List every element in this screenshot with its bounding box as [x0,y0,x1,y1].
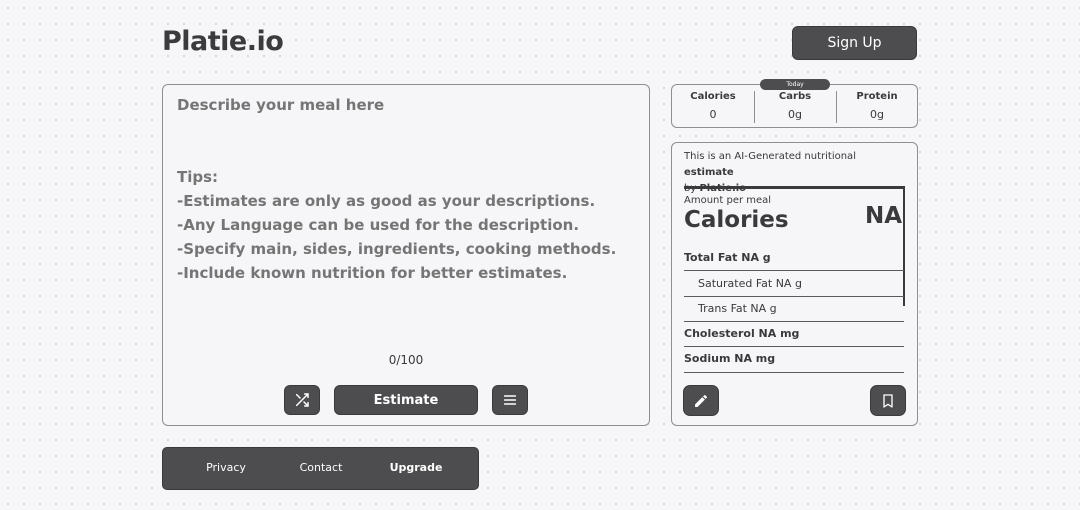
today-protein-value: 0g [870,108,884,121]
saturated-fat-row: Saturated Fat NA g [698,277,802,290]
today-calories: Calories 0 [672,85,754,127]
sodium-row: Sodium NA mg [684,352,776,365]
character-counter: 0/100 [388,353,424,367]
today-carbs-value: 0g [788,108,802,121]
estimate-button[interactable]: Estimate [334,385,478,415]
menu-icon [503,395,517,405]
upgrade-link[interactable]: Upgrade [390,461,443,474]
divider [684,346,904,347]
today-protein-label: Protein [856,91,898,102]
today-carbs-label: Carbs [778,91,812,102]
trans-fat-row: Trans Fat NA g [698,302,777,315]
shuffle-icon [295,393,309,407]
label-border [903,186,905,306]
app-logo: Platie.io [162,26,284,57]
bookmark-icon [883,393,893,408]
footer-nav: Privacy Contact Upgrade [162,447,479,490]
meal-description-input[interactable] [175,91,637,341]
today-protein: Protein 0g [836,85,918,127]
amount-per-meal-label: Amount per meal [684,195,772,206]
total-fat-row: Total Fat NA g [684,251,771,264]
divider [684,321,904,322]
divider [684,270,904,271]
privacy-link[interactable]: Privacy [206,461,246,474]
divider [684,296,904,297]
thick-divider [684,186,905,189]
today-calories-value: 0 [709,108,717,121]
pencil-icon [695,394,708,407]
edit-button[interactable] [683,385,719,416]
meal-input-panel: 0/100 Estimate [162,84,650,426]
calories-value: NA [865,203,903,229]
today-summary-panel: Today Calories 0 Carbs 0g Protein 0g [671,79,918,128]
cholesterol-row: Cholesterol NA mg [684,327,800,340]
today-calories-label: Calories [690,91,736,102]
contact-link[interactable]: Contact [300,461,343,474]
today-carbs: Carbs 0g [754,85,836,127]
shuffle-button[interactable] [284,385,320,415]
estimate-disclaimer: This is an AI-Generated nutritional esti… [684,151,856,194]
menu-button[interactable] [492,385,528,415]
calories-heading: Calories [684,207,789,233]
divider [684,372,904,373]
bookmark-button[interactable] [870,385,906,416]
sign-up-button[interactable]: Sign Up [792,26,917,60]
nutrition-facts-panel: This is an AI-Generated nutritional esti… [671,142,918,426]
